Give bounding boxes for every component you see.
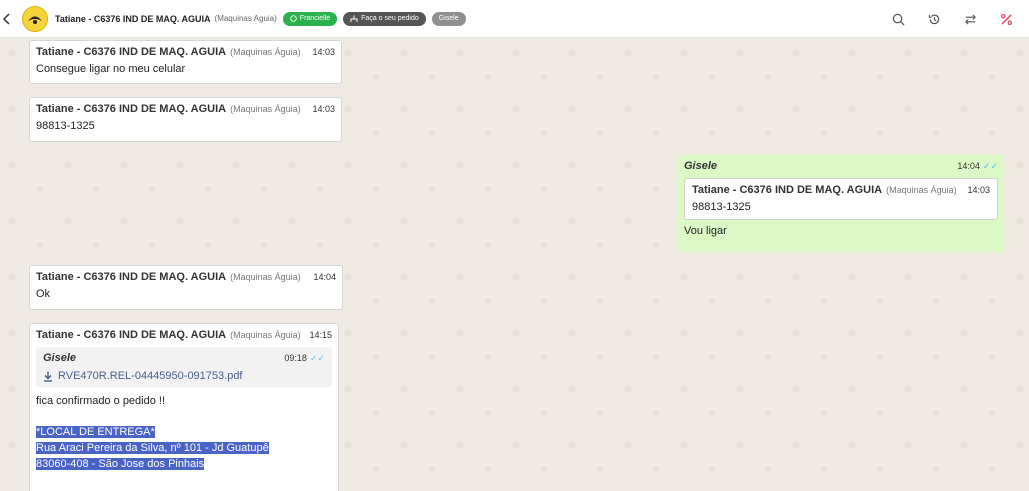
- whatsapp-icon: [290, 15, 297, 22]
- selected-text-line: 83060-408 - São Jose dos Pinhais: [36, 458, 205, 470]
- avatar[interactable]: [22, 5, 48, 32]
- sender-company: (Maquinas Águia): [230, 272, 301, 282]
- sender-name: Tatiane - C6376 IND DE MAQ. AGUIA: [36, 271, 227, 283]
- quoted-message[interactable]: Gisele 09:18 ✓✓ RVE470R.REL-04445950-091…: [36, 347, 332, 387]
- message-time: 14:03: [312, 47, 335, 57]
- quoted-time: 09:18: [284, 353, 307, 363]
- transfer-icon[interactable]: [961, 10, 979, 28]
- incoming-message[interactable]: Tatiane - C6376 IND DE MAQ. AGUIA (Maqui…: [29, 323, 339, 491]
- sender-company: (Maquinas Águia): [230, 47, 301, 57]
- tag-gisele[interactable]: Gisele: [431, 11, 466, 26]
- sender-company: (Maquinas Águia): [230, 104, 301, 114]
- incoming-message[interactable]: Tatiane - C6376 IND DE MAQ. AGUIA (Maqui…: [29, 40, 342, 84]
- tag-francielle[interactable]: Francielle: [282, 11, 338, 26]
- tag-flow[interactable]: Faça o seu pedido: [343, 11, 426, 26]
- quoted-sender: Gisele: [43, 352, 77, 364]
- message-time: 14:04: [957, 161, 980, 171]
- incoming-message[interactable]: Tatiane - C6376 IND DE MAQ. AGUIA (Maqui…: [29, 97, 342, 142]
- incoming-message[interactable]: Tatiane - C6376 IND DE MAQ. AGUIA (Maqui…: [29, 265, 343, 310]
- message-text: fica confirmado o pedido !!: [36, 395, 166, 407]
- selected-text-line: *LOCAL DE ENTREGA*: [36, 426, 155, 438]
- message-time: 14:04: [313, 272, 336, 282]
- read-ticks-icon: ✓✓: [309, 353, 325, 363]
- chat-header: Tatiane - C6376 IND DE MAQ. AGUIA (Maqui…: [0, 0, 1029, 38]
- sender-name: Tatiane - C6376 IND DE MAQ. AGUIA: [36, 103, 227, 115]
- contact-name: Tatiane - C6376 IND DE MAQ. AGUIA: [55, 13, 211, 24]
- sender-name: Gisele: [684, 160, 718, 172]
- message-time: 14:03: [312, 104, 335, 114]
- sender-company: (Maquinas Águia): [230, 330, 301, 340]
- tag-label: Francielle: [299, 15, 331, 22]
- sender-name: Tatiane - C6376 IND DE MAQ. AGUIA: [36, 46, 227, 58]
- message-text: 98813-1325: [36, 120, 95, 132]
- search-icon[interactable]: [889, 10, 907, 28]
- file-attachment[interactable]: RVE470R.REL-04445950-091753.pdf: [43, 370, 325, 382]
- quoted-text: 98813-1325: [692, 201, 751, 213]
- message-time: 14:15: [309, 330, 332, 340]
- tag-label: Gisele: [438, 15, 459, 22]
- message-text: Consegue ligar no meu celular: [36, 63, 186, 75]
- quoted-time: 14:03: [967, 185, 990, 195]
- chevron-left-icon[interactable]: [0, 12, 14, 25]
- flow-icon: [350, 15, 358, 22]
- selected-text-line: Rua Araci Pereira da Silva, nº 101 - Jd …: [36, 442, 269, 454]
- quoted-message[interactable]: Tatiane - C6376 IND DE MAQ. AGUIA (Maqui…: [684, 178, 998, 220]
- message-text: Vou ligar: [684, 225, 727, 237]
- quoted-sender: Tatiane - C6376 IND DE MAQ. AGUIA: [692, 184, 883, 196]
- read-ticks-icon: ✓✓: [982, 161, 998, 171]
- outgoing-message[interactable]: Gisele 14:04 ✓✓ Tatiane - C6376 IND DE M…: [678, 155, 1004, 252]
- tag-label: Faça o seu pedido: [361, 15, 419, 22]
- close-ticket-icon[interactable]: [997, 10, 1015, 28]
- history-icon[interactable]: [925, 10, 943, 28]
- sender-name: Tatiane - C6376 IND DE MAQ. AGUIA: [36, 329, 227, 341]
- file-name: RVE470R.REL-04445950-091753.pdf: [58, 370, 243, 382]
- chat-area[interactable]: Tatiane - C6376 IND DE MAQ. AGUIA (Maqui…: [0, 39, 1029, 491]
- quoted-company: (Maquinas Águia): [886, 185, 957, 195]
- download-icon: [44, 371, 52, 382]
- message-text: Ok: [36, 288, 51, 300]
- contact-company: (Maquinas Aguia): [214, 14, 277, 23]
